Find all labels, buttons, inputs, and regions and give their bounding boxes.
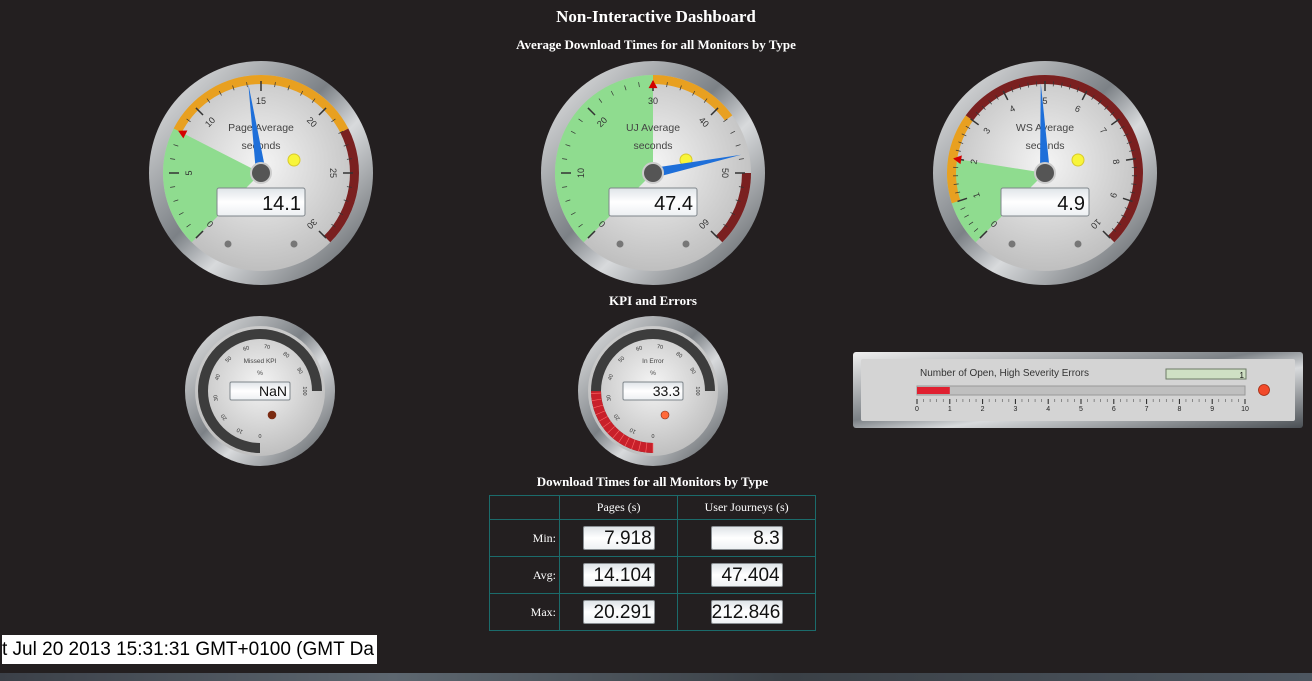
gauge-value: 14.1	[262, 193, 301, 215]
bargraph-tick-label: 4	[1046, 406, 1050, 413]
header-pages: Pages (s)	[558, 495, 679, 520]
section-title-kpi: KPI and Errors	[609, 293, 697, 308]
bargraph-tick-label: 7	[1145, 406, 1149, 413]
bargraph-led	[1258, 384, 1270, 396]
gauge-tick-label: 0	[258, 432, 261, 438]
download-times-table: Pages (s) User Journeys (s) Min: 7.918 8…	[489, 495, 816, 631]
gauge-screw	[1008, 240, 1016, 248]
cell-pages: 14.104	[558, 556, 679, 594]
gauge-tick-label: 30	[213, 394, 220, 401]
gauge-title: Page Average	[228, 122, 294, 134]
cell-uj: 47.404	[677, 556, 816, 594]
gauge-led	[287, 153, 301, 167]
uj-max-value: 212.846	[710, 600, 783, 624]
gauge-tick-label: 0	[651, 432, 654, 438]
bargraph-track	[916, 385, 1246, 396]
gauge-led	[267, 410, 277, 420]
gauge-led	[660, 410, 670, 420]
gauge-tick-label: 50	[720, 168, 730, 178]
gauge-led	[1071, 153, 1085, 167]
bargraph-lcd	[1165, 368, 1247, 380]
uj-min-value: 8.3	[710, 526, 783, 550]
gauge-value: 33.3	[653, 383, 680, 399]
in-error-gauge: 0 10 20 30 40 50 60 70 80 90 100 In Error% 33.3	[577, 315, 729, 467]
gauge-tick-label: 25	[328, 168, 338, 178]
needle-hub	[642, 162, 664, 184]
gauge-tick-label: 15	[256, 96, 266, 106]
gauge-title: In Error	[642, 358, 665, 365]
row-label: Avg:	[489, 556, 560, 594]
gauge-unit: %	[257, 370, 263, 377]
gauge-screw	[290, 240, 298, 248]
gauge-tick-label: 70	[263, 344, 270, 351]
dashboard-title: Non-Interactive Dashboard	[556, 7, 756, 26]
bargraph-title: Number of Open, High Severity Errors	[920, 368, 1089, 379]
gauge-value: NaN	[259, 383, 287, 399]
page-average-gauge: 0 5 10 15 20 25 30 Page Average seconds 14.1	[148, 60, 374, 286]
row-label: Max:	[489, 593, 560, 631]
table-corner	[489, 495, 560, 520]
pages-min-value: 7.918	[582, 526, 655, 550]
gauge-screw	[682, 240, 690, 248]
bargraph-tick-label: 3	[1013, 406, 1017, 413]
gauge-tick-label: 30	[606, 394, 613, 401]
uj-average-gauge: 0 10 20 30 40 50 60 UJ Average seconds 47.4	[540, 60, 766, 286]
bargraph-fill	[917, 387, 950, 394]
uj-avg-value: 47.404	[710, 563, 783, 587]
gauge-tick-label: 5	[184, 170, 194, 175]
section-title-average: Average Download Times for all Monitors …	[516, 37, 796, 52]
gauge-value: 47.4	[654, 193, 693, 215]
cell-pages: 7.918	[558, 519, 679, 557]
gauge-screw	[224, 240, 232, 248]
row-label: Min:	[489, 519, 560, 557]
gauge-tick-label: 70	[656, 344, 663, 351]
section-title-download: Download Times for all Monitors by Type	[536, 474, 769, 489]
pages-avg-value: 14.104	[582, 563, 655, 587]
gauge-value: 4.9	[1057, 193, 1085, 215]
gauge-tick-label: 100	[301, 386, 307, 395]
bargraph-value: 1	[1240, 371, 1245, 380]
table-header-row: Pages (s) User Journeys (s)	[489, 495, 816, 520]
ws-average-gauge: 012345678910WS Averageseconds4.9	[932, 60, 1158, 286]
gauge-tick-label: 100	[694, 386, 700, 395]
high-severity-errors-bargraph: Number of Open, High Severity Errors 1 0 1 2…	[853, 352, 1303, 428]
bargraph-tick-label: 10	[1241, 406, 1249, 413]
bargraph-tick-label: 2	[981, 406, 985, 413]
bottom-strip	[0, 673, 1312, 681]
needle-hub	[250, 162, 272, 184]
table-row: Max: 20.291 212.846	[489, 593, 816, 631]
needle-hub	[1034, 162, 1056, 184]
pages-max-value: 20.291	[582, 600, 655, 624]
table-row: Avg: 14.104 47.404	[489, 556, 816, 594]
gauge-unit: seconds	[633, 140, 672, 152]
header-user-journeys: User Journeys (s)	[677, 495, 816, 520]
date-ticker: t Jul 20 2013 15:31:31 GMT+0100 (GMT Da	[2, 635, 377, 664]
cell-uj: 212.846	[677, 593, 816, 631]
gauge-title: UJ Average	[626, 122, 680, 134]
cell-pages: 20.291	[558, 593, 679, 631]
bargraph-tick-label: 8	[1177, 406, 1181, 413]
gauge-unit: %	[650, 370, 656, 377]
bargraph-tick-label: 0	[915, 406, 919, 413]
bargraph-tick-label: 1	[948, 406, 952, 413]
gauge-tick-label: 5	[1042, 96, 1047, 106]
bargraph-tick-label: 9	[1210, 406, 1214, 413]
bargraph-tick-label: 5	[1079, 406, 1083, 413]
gauge-screw	[616, 240, 624, 248]
table-row: Min: 7.918 8.3	[489, 519, 816, 557]
gauge-title: Missed KPI	[244, 358, 277, 365]
gauge-tick-label: 10	[576, 168, 586, 178]
gauge-screw	[1074, 240, 1082, 248]
cell-uj: 8.3	[677, 519, 816, 557]
missed-kpi-gauge: 0 10 20 30 40 50 60 70 80 90 100 Missed KPI% NaN	[184, 315, 336, 467]
bargraph-tick-label: 6	[1112, 406, 1116, 413]
gauge-tick-label: 30	[648, 96, 658, 106]
